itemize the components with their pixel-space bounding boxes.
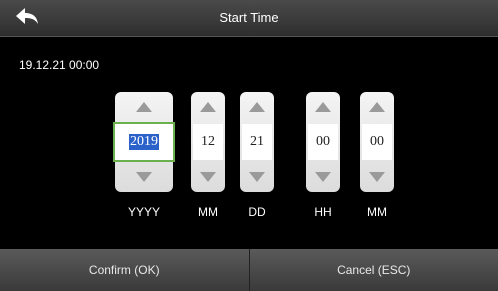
minute-spinner: 00 <box>360 92 394 192</box>
year-spinner: 2019 <box>113 92 175 192</box>
hour-up-button[interactable] <box>306 94 340 120</box>
year-value[interactable]: 2019 <box>113 122 175 162</box>
title-bar: Start Time <box>0 0 498 37</box>
year-down-button[interactable] <box>115 164 173 190</box>
triangle-down-icon <box>200 172 216 182</box>
hour-spinner: 00 <box>306 92 340 192</box>
cancel-button[interactable]: Cancel (ESC) <box>248 249 498 291</box>
triangle-down-icon <box>315 172 331 182</box>
footer-bar: Confirm (OK) Cancel (ESC) <box>0 249 498 291</box>
hour-value[interactable]: 00 <box>308 124 338 160</box>
month-spinner: 12 <box>191 92 225 192</box>
triangle-up-icon <box>315 102 331 112</box>
page-title: Start Time <box>219 10 279 25</box>
triangle-up-icon <box>249 102 265 112</box>
triangle-up-icon <box>369 102 385 112</box>
hour-unit-label: HH <box>314 205 332 219</box>
day-value[interactable]: 21 <box>242 124 272 160</box>
minute-value[interactable]: 00 <box>362 124 392 160</box>
current-datetime: 19.12.21 00:00 <box>19 58 100 72</box>
year-up-button[interactable] <box>115 94 173 120</box>
day-up-button[interactable] <box>240 94 274 120</box>
day-down-button[interactable] <box>240 164 274 190</box>
triangle-down-icon <box>136 172 152 182</box>
confirm-button[interactable]: Confirm (OK) <box>0 249 249 291</box>
minute-down-button[interactable] <box>360 164 394 190</box>
month-value[interactable]: 12 <box>193 124 223 160</box>
year-unit-label: YYYY <box>127 205 160 219</box>
day-unit-label: DD <box>248 205 266 219</box>
day-spinner: 21 <box>240 92 274 192</box>
minute-unit-label: MM <box>367 205 387 219</box>
minute-up-button[interactable] <box>360 94 394 120</box>
month-down-button[interactable] <box>191 164 225 190</box>
hour-down-button[interactable] <box>306 164 340 190</box>
triangle-up-icon <box>136 102 152 112</box>
month-unit-label: MM <box>198 205 218 219</box>
triangle-down-icon <box>249 172 265 182</box>
triangle-up-icon <box>200 102 216 112</box>
month-up-button[interactable] <box>191 94 225 120</box>
triangle-down-icon <box>369 172 385 182</box>
